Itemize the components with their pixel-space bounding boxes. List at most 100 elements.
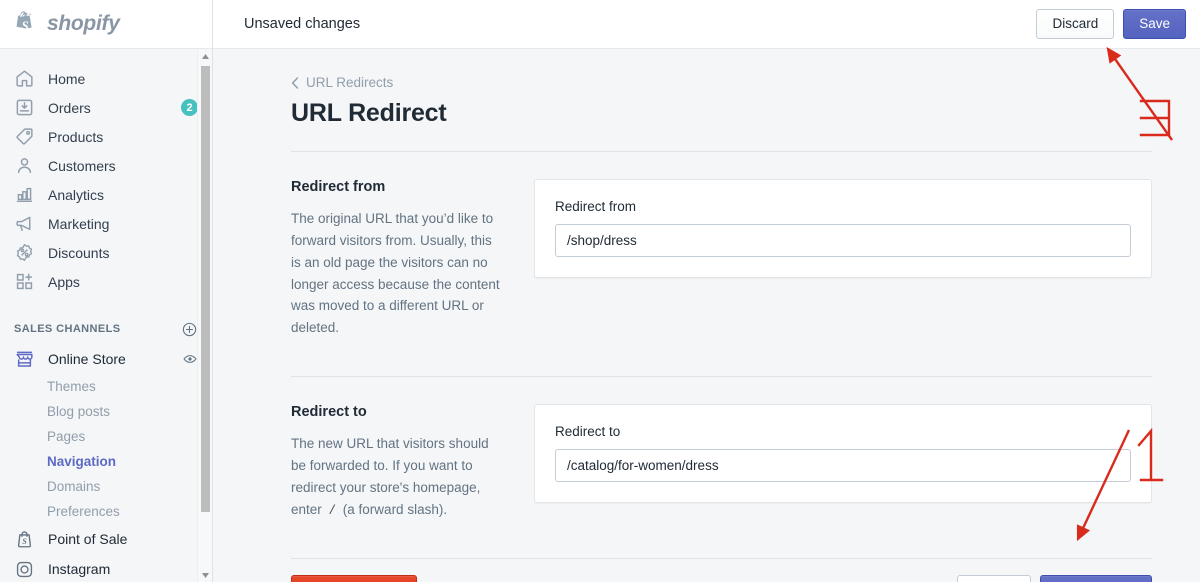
shopify-bag-icon: S <box>16 11 34 33</box>
chevron-left-icon <box>291 76 299 89</box>
analytics-icon <box>16 187 33 202</box>
home-icon <box>16 70 33 87</box>
scrollbar-thumb[interactable] <box>201 66 210 512</box>
online-store-subnav: Themes Blog posts Pages Navigation Domai… <box>0 374 212 524</box>
svg-text:S: S <box>22 18 29 33</box>
page-actions: Delete redirect Cancel Save redirect <box>291 559 1152 582</box>
orders-count-badge: 2 <box>181 99 198 116</box>
sidebar-item-label: Products <box>48 128 104 145</box>
main-area: Unsaved changes Discard Save URL Redirec… <box>213 0 1200 582</box>
products-tag-icon <box>16 128 33 145</box>
primary-nav: Home Orders 2 Products Customers Analyti… <box>0 49 212 296</box>
subitem-label: Blog posts <box>47 404 111 419</box>
section-heading: Redirect from <box>291 179 386 195</box>
sidebar-item-customers[interactable]: Customers <box>0 151 212 180</box>
delete-redirect-button[interactable]: Delete redirect <box>291 574 417 582</box>
sidebar-item-apps[interactable]: Apps <box>0 267 212 296</box>
online-store-icon <box>16 351 33 367</box>
plus-circle-icon[interactable] <box>181 321 198 338</box>
shopify-admin-window: S shopify Home Orders 2 Products Custome… <box>0 0 1200 582</box>
section-form-redirect-from: Redirect from <box>534 179 1152 339</box>
sidebar-item-blog-posts[interactable]: Blog posts <box>0 399 212 424</box>
sidebar-scrollbar[interactable] <box>197 49 212 582</box>
discard-button[interactable]: Discard <box>1036 8 1115 40</box>
sales-channels-header: SALES CHANNELS <box>0 314 212 344</box>
subitem-label: Preferences <box>47 504 120 519</box>
page-inner: URL Redirects URL Redirect Redirect from… <box>213 75 1200 582</box>
channel-label: Online Store <box>48 351 126 367</box>
section-heading: Redirect to <box>291 404 367 421</box>
cancel-button[interactable]: Cancel <box>957 574 1032 582</box>
redirect-from-label: Redirect from <box>555 199 637 214</box>
card-redirect-from: Redirect from <box>534 179 1152 278</box>
point-of-sale-icon: S <box>17 530 32 547</box>
sidebar-item-orders[interactable]: Orders 2 <box>0 93 212 122</box>
sidebar-item-online-store[interactable]: Online Store <box>0 344 212 374</box>
sidebar-item-instagram[interactable]: Instagram <box>0 554 212 582</box>
shopify-logo[interactable]: S shopify <box>0 0 212 49</box>
sidebar-scroll-region: Home Orders 2 Products Customers Analyti… <box>0 49 212 582</box>
customers-icon <box>17 158 32 174</box>
save-button[interactable]: Save <box>1123 8 1186 40</box>
shopify-wordmark: shopify <box>47 12 120 35</box>
section-description-redirect-to: Redirect to The new URL that visitors sh… <box>291 404 534 521</box>
section-description: The new URL that visitors should be forw… <box>291 433 502 521</box>
scroll-up-arrow-icon[interactable] <box>198 49 213 63</box>
context-bar-actions: Discard Save <box>1036 8 1186 40</box>
instagram-icon <box>16 561 33 577</box>
section-form-redirect-to: Redirect to <box>534 404 1152 521</box>
sidebar-item-label: Analytics <box>48 186 105 203</box>
svg-text:S: S <box>22 537 27 546</box>
scroll-down-arrow-icon[interactable] <box>198 568 213 582</box>
sales-channels-title: SALES CHANNELS <box>14 323 121 335</box>
discounts-icon <box>16 244 33 261</box>
section-description-redirect-from: Redirect from The original URL that you’… <box>291 179 534 339</box>
section-description-text: The original URL that you’d like to forw… <box>291 211 500 336</box>
subitem-label: Themes <box>47 379 96 394</box>
subitem-label: Pages <box>47 429 86 444</box>
marketing-icon <box>16 216 31 231</box>
sidebar-item-marketing[interactable]: Marketing <box>0 209 212 238</box>
card-redirect-to: Redirect to <box>534 404 1152 504</box>
sidebar-item-label: Apps <box>48 273 80 290</box>
sidebar-item-label: Discounts <box>48 244 110 261</box>
sidebar: S shopify Home Orders 2 Products Custome… <box>0 0 213 582</box>
redirect-from-input[interactable] <box>555 224 1131 257</box>
section-description-text-after: (a forward slash). <box>339 501 448 517</box>
section-redirect-to: Redirect to The new URL that visitors sh… <box>291 377 1152 521</box>
unsaved-changes-status: Unsaved changes <box>244 16 361 32</box>
section-redirect-from: Redirect from The original URL that you’… <box>291 152 1152 339</box>
subitem-label: Domains <box>47 479 101 494</box>
orders-icon <box>16 99 33 116</box>
sidebar-item-themes[interactable]: Themes <box>0 374 212 399</box>
sidebar-item-point-of-sale[interactable]: S Point of Sale <box>0 524 212 554</box>
page-title: URL Redirect <box>291 99 447 127</box>
redirect-to-input[interactable] <box>555 449 1131 483</box>
subitem-label: Navigation <box>47 454 117 469</box>
sidebar-item-preferences[interactable]: Preferences <box>0 499 212 524</box>
sidebar-item-label: Customers <box>48 157 116 174</box>
sidebar-item-label: Orders <box>48 99 91 116</box>
page-actions-right: Cancel Save redirect <box>957 574 1152 582</box>
section-description: The original URL that you’d like to forw… <box>291 208 502 339</box>
context-bar: Unsaved changes Discard Save <box>213 0 1200 49</box>
channel-label: Point of Sale <box>48 531 128 547</box>
sidebar-item-discounts[interactable]: Discounts <box>0 238 212 267</box>
page-content: URL Redirects URL Redirect Redirect from… <box>213 49 1200 582</box>
eye-icon[interactable] <box>182 351 198 367</box>
sidebar-item-domains[interactable]: Domains <box>0 474 212 499</box>
breadcrumb-label: URL Redirects <box>306 75 394 90</box>
sidebar-item-analytics[interactable]: Analytics <box>0 180 212 209</box>
forward-slash-code: / <box>325 503 340 518</box>
sidebar-item-home[interactable]: Home <box>0 64 212 93</box>
save-redirect-button[interactable]: Save redirect <box>1040 574 1152 582</box>
breadcrumb[interactable]: URL Redirects <box>291 75 1152 90</box>
sidebar-item-pages[interactable]: Pages <box>0 424 212 449</box>
redirect-to-label: Redirect to <box>555 424 621 440</box>
apps-icon <box>16 273 33 290</box>
sidebar-item-products[interactable]: Products <box>0 122 212 151</box>
sidebar-item-label: Home <box>48 70 86 87</box>
sidebar-item-label: Marketing <box>48 215 110 232</box>
sidebar-item-navigation[interactable]: Navigation <box>0 449 212 474</box>
channel-label: Instagram <box>48 561 111 577</box>
